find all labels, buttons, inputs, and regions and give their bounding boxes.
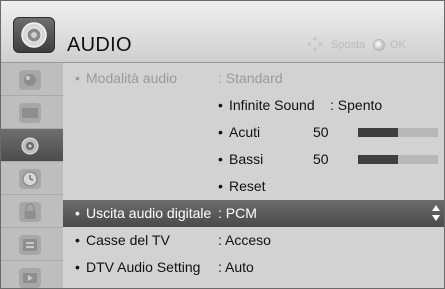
- page-title: AUDIO: [67, 34, 132, 56]
- directional-pad-icon: [307, 36, 323, 52]
- sidebar-item-picture[interactable]: [1, 63, 63, 96]
- option-value: : Auto: [218, 259, 254, 275]
- picture-icon: [19, 70, 41, 90]
- bullet: •: [218, 151, 223, 167]
- bullet: •: [75, 232, 80, 248]
- list-item-sound-mode: • Modalità audio : Standard: [63, 65, 444, 92]
- ok-hint-label: OK: [390, 39, 406, 51]
- audio-options-list: • Modalità audio : Standard • Infinite S…: [63, 63, 444, 288]
- option-label: Reset: [229, 178, 266, 194]
- option-value: 50: [313, 151, 329, 167]
- option-label: Uscita audio digitale: [86, 205, 212, 221]
- option-icon: [19, 235, 41, 255]
- option-label: Bassi: [229, 151, 264, 167]
- sidebar-item-screen[interactable]: [1, 96, 63, 129]
- treble-level-fill: [358, 128, 398, 137]
- option-value: : PCM: [218, 205, 257, 221]
- category-sidebar: [1, 63, 63, 288]
- option-label: Casse del TV: [86, 232, 170, 248]
- lock-icon: [19, 202, 41, 222]
- ok-button-icon: [373, 39, 385, 51]
- speaker-icon: [19, 136, 41, 156]
- sidebar-item-audio[interactable]: [1, 129, 63, 162]
- option-label: Infinite Sound: [229, 97, 315, 113]
- option-label: DTV Audio Setting: [86, 259, 201, 275]
- list-item-dtv-audio-setting[interactable]: • DTV Audio Setting : Auto: [63, 254, 444, 281]
- menu-header: AUDIO Sposta OK: [1, 1, 444, 63]
- sidebar-item-time[interactable]: [1, 162, 63, 195]
- bass-level-bar[interactable]: [358, 155, 438, 164]
- bullet: •: [218, 178, 223, 194]
- list-item-tv-speaker[interactable]: • Casse del TV : Acceso: [63, 227, 444, 254]
- option-value: 50: [313, 124, 329, 140]
- option-value: : Standard: [218, 70, 283, 86]
- list-item-treble[interactable]: • Acuti 50: [63, 119, 444, 146]
- bullet: •: [75, 259, 80, 275]
- list-item-digital-audio-out[interactable]: • Uscita audio digitale : PCM: [63, 200, 444, 227]
- option-label: Acuti: [229, 124, 261, 140]
- sidebar-item-option[interactable]: [1, 228, 63, 261]
- bullet: •: [218, 97, 223, 113]
- speaker-icon: [13, 17, 55, 53]
- screen-icon: [19, 103, 41, 123]
- list-item-reset[interactable]: • Reset: [63, 173, 444, 200]
- audio-settings-menu: AUDIO Sposta OK • Modalità audio: Stand…: [0, 0, 445, 289]
- option-value: : Spento: [330, 97, 383, 113]
- bullet: •: [75, 205, 80, 221]
- treble-level-bar[interactable]: [358, 128, 438, 137]
- clock-icon: [19, 169, 41, 189]
- bullet: •: [218, 124, 223, 140]
- bass-level-fill: [358, 155, 398, 164]
- bullet: •: [75, 70, 80, 86]
- up-down-arrows-icon[interactable]: [432, 205, 440, 221]
- sidebar-item-lock[interactable]: [1, 195, 63, 228]
- media-icon: [19, 268, 41, 288]
- move-hint-label: Sposta: [331, 39, 366, 51]
- option-label: Modalità audio: [86, 70, 178, 86]
- sidebar-item-extra[interactable]: [1, 261, 63, 288]
- list-item-bass[interactable]: • Bassi 50: [63, 146, 444, 173]
- list-item-infinite-sound[interactable]: • Infinite Sound : Spento: [63, 92, 444, 119]
- option-value: : Acceso: [218, 232, 271, 248]
